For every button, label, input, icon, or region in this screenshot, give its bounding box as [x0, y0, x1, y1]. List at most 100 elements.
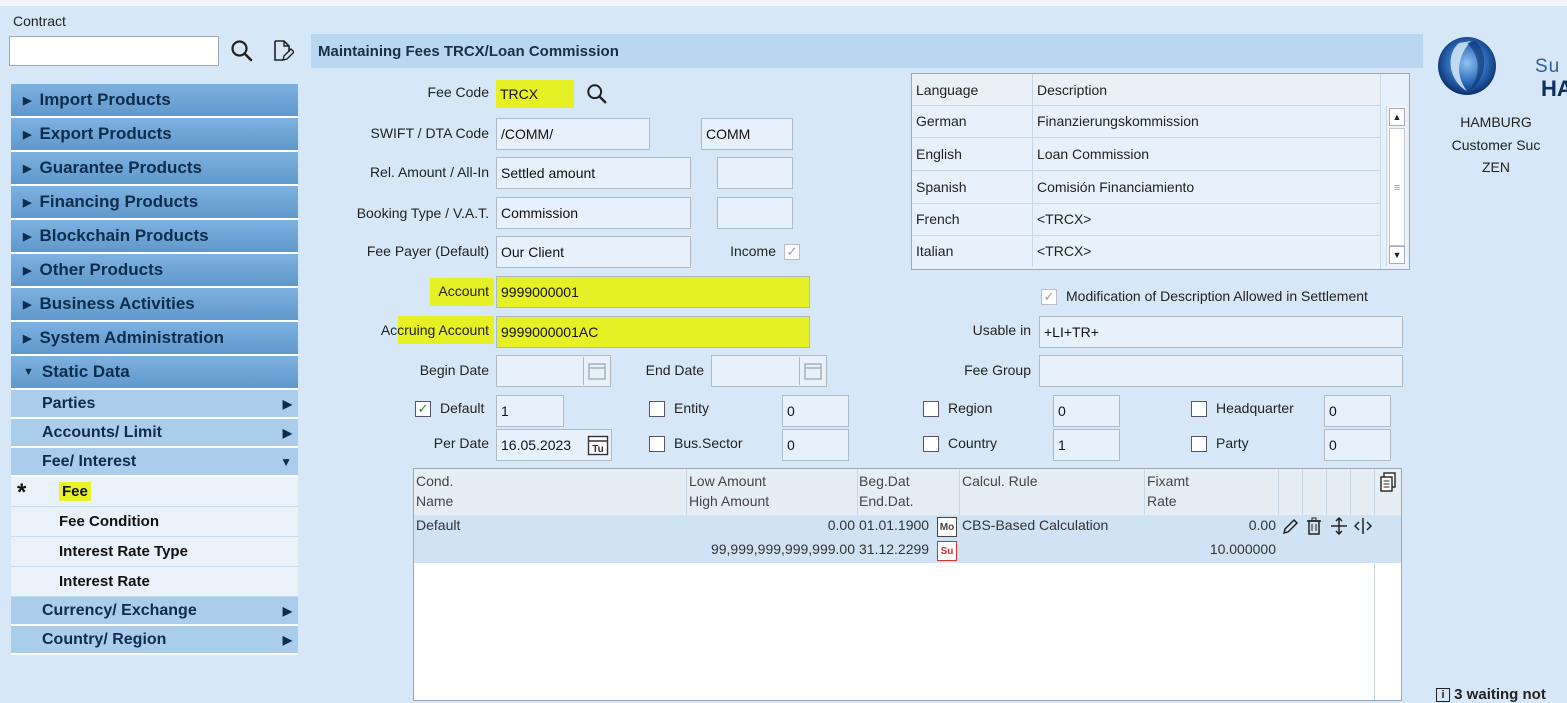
fee-code-input[interactable]: TRCX [496, 80, 574, 108]
modification-allowed-label: Modification of Description Allowed in S… [1066, 288, 1368, 304]
bus-sector-input[interactable]: 0 [782, 429, 849, 461]
table-row[interactable]: Default 0.00 99,999,999,999,999.00 01.01… [414, 515, 1401, 563]
vat-input[interactable] [717, 197, 793, 229]
scroll-down-icon[interactable]: ▼ [1389, 246, 1405, 264]
menu-business-activities[interactable]: ▶ Business Activities [11, 288, 298, 322]
column-divider [1380, 74, 1381, 269]
chevron-right-icon: ▶ [282, 603, 292, 618]
submenu-parties[interactable]: Parties ▶ [11, 390, 298, 419]
entity-checkbox[interactable] [649, 401, 665, 417]
default-input[interactable]: 1 [496, 395, 564, 427]
submenu-accounts-limit[interactable]: Accounts/ Limit ▶ [11, 419, 298, 448]
column-header-end-date: End.Dat. [859, 493, 914, 509]
trash-icon[interactable] [1306, 517, 1322, 538]
submenu-currency-exchange[interactable]: Currency/ Exchange ▶ [11, 597, 298, 626]
menu-blockchain-products[interactable]: ▶ Blockchain Products [11, 220, 298, 254]
end-date-label: End Date [645, 362, 704, 378]
menu-leaf-interest-rate-type[interactable]: Interest Rate Type [11, 537, 298, 567]
swift-code-input[interactable]: /COMM/ [496, 118, 650, 150]
country-input[interactable]: 1 [1053, 429, 1120, 461]
expand-triangle-icon: ▶ [23, 196, 32, 209]
current-item-marker: * [17, 479, 27, 506]
column-divider [686, 469, 687, 515]
contract-input[interactable] [9, 36, 219, 66]
headquarter-input[interactable]: 0 [1324, 395, 1391, 427]
swift-label: SWIFT / DTA Code [370, 125, 489, 141]
dta-code-input[interactable]: COMM [701, 118, 793, 150]
waiting-notifications[interactable]: i 3 waiting not [1436, 686, 1546, 703]
menu-financing-products[interactable]: ▶ Financing Products [11, 186, 298, 220]
menu-other-products[interactable]: ▶ Other Products [11, 254, 298, 288]
headquarter-checkbox[interactable] [1191, 401, 1207, 417]
rel-amount-input[interactable]: Settled amount [496, 157, 691, 189]
fee-payer-input[interactable]: Our Client [496, 236, 691, 268]
pencil-icon[interactable] [1282, 517, 1300, 538]
menu-leaf-fee-condition[interactable]: Fee Condition [11, 507, 298, 537]
begin-date-input[interactable] [496, 355, 611, 387]
region-input[interactable]: 0 [1053, 395, 1120, 427]
fee-code-label: Fee Code [427, 84, 489, 100]
table-row[interactable]: German Finanzierungskommission [912, 105, 1380, 138]
vertical-scrollbar[interactable]: ▲ ≡ ▼ [1386, 106, 1407, 266]
copy-icon[interactable] [1379, 472, 1397, 495]
menu-import-products[interactable]: ▶ Import Products [11, 84, 298, 118]
column-divider [1374, 469, 1375, 515]
country-label: Country [948, 435, 998, 451]
edit-document-icon[interactable] [271, 38, 295, 64]
menu-static-data[interactable]: ▼ Static Data [11, 356, 298, 390]
split-column-icon[interactable] [1353, 517, 1373, 538]
default-label: Default [440, 400, 485, 416]
fee-group-input[interactable] [1039, 355, 1403, 387]
chevron-right-icon: ▶ [282, 632, 292, 647]
all-in-input[interactable] [717, 157, 793, 189]
booking-type-input[interactable]: Commission [496, 197, 691, 229]
calendar-icon[interactable]: Mo [937, 517, 957, 537]
column-header-beg-date: Beg.Dat [859, 473, 910, 489]
default-checkbox[interactable]: ✓ [415, 401, 431, 417]
menu-export-products[interactable]: ▶ Export Products [11, 118, 298, 152]
bus-sector-checkbox[interactable] [649, 436, 665, 452]
account-input[interactable]: 9999000001 [496, 276, 810, 308]
fee-conditions-grid: Cond. Name Low Amount High Amount Beg.Da… [413, 468, 1402, 701]
income-checkbox[interactable]: ✓ [784, 244, 800, 260]
per-date-input[interactable]: 16.05.2023 Tu [496, 429, 612, 461]
scroll-up-icon[interactable]: ▲ [1389, 108, 1405, 126]
chevron-down-icon: ▼ [280, 454, 292, 469]
search-icon[interactable] [229, 38, 255, 64]
search-icon[interactable] [585, 82, 609, 106]
usable-in-input[interactable]: +LI+TR+ [1039, 316, 1403, 348]
table-row[interactable]: English Loan Commission [912, 138, 1380, 171]
calendar-icon[interactable] [799, 357, 826, 385]
column-divider [959, 469, 960, 515]
menu-leaf-interest-rate[interactable]: Interest Rate [11, 567, 298, 597]
accruing-account-input[interactable]: 9999000001AC [496, 316, 810, 348]
end-date-input[interactable] [711, 355, 827, 387]
country-checkbox[interactable] [923, 436, 939, 452]
submenu-fee-interest[interactable]: Fee/ Interest ▼ [11, 448, 298, 477]
modification-allowed-checkbox[interactable]: ✓ [1041, 289, 1057, 305]
fee-payer-label: Fee Payer (Default) [366, 243, 489, 259]
logo-text-bottom: HA [1541, 76, 1567, 101]
table-row[interactable]: Italian <TRCX> [912, 235, 1380, 267]
logo-text-top: Su [1535, 56, 1561, 77]
expand-triangle-icon: ▶ [23, 128, 32, 141]
insert-row-icon[interactable] [1330, 516, 1348, 538]
table-row[interactable]: French <TRCX> [912, 203, 1380, 236]
party-input[interactable]: 0 [1324, 429, 1391, 461]
menu-system-administration[interactable]: ▶ System Administration [11, 322, 298, 356]
rel-amount-label: Rel. Amount / All-In [369, 164, 489, 180]
calendar-icon[interactable] [583, 357, 610, 385]
submenu-country-region[interactable]: Country/ Region ▶ [11, 626, 298, 655]
location-text: HAMBURG [1460, 114, 1532, 130]
menu-guarantee-products[interactable]: ▶ Guarantee Products [11, 152, 298, 186]
calendar-icon[interactable]: Tu [585, 431, 611, 459]
calendar-icon[interactable]: Su [937, 541, 957, 561]
table-row[interactable]: Spanish Comisión Financiamiento [912, 171, 1380, 204]
region-checkbox[interactable] [923, 401, 939, 417]
column-divider [857, 469, 858, 515]
entity-input[interactable]: 0 [782, 395, 849, 427]
menu-leaf-fee[interactable]: * Fee [11, 477, 298, 507]
page-title: Maintaining Fees TRCX/Loan Commission [311, 34, 1423, 68]
scroll-thumb[interactable]: ≡ [1389, 128, 1405, 246]
party-checkbox[interactable] [1191, 436, 1207, 452]
